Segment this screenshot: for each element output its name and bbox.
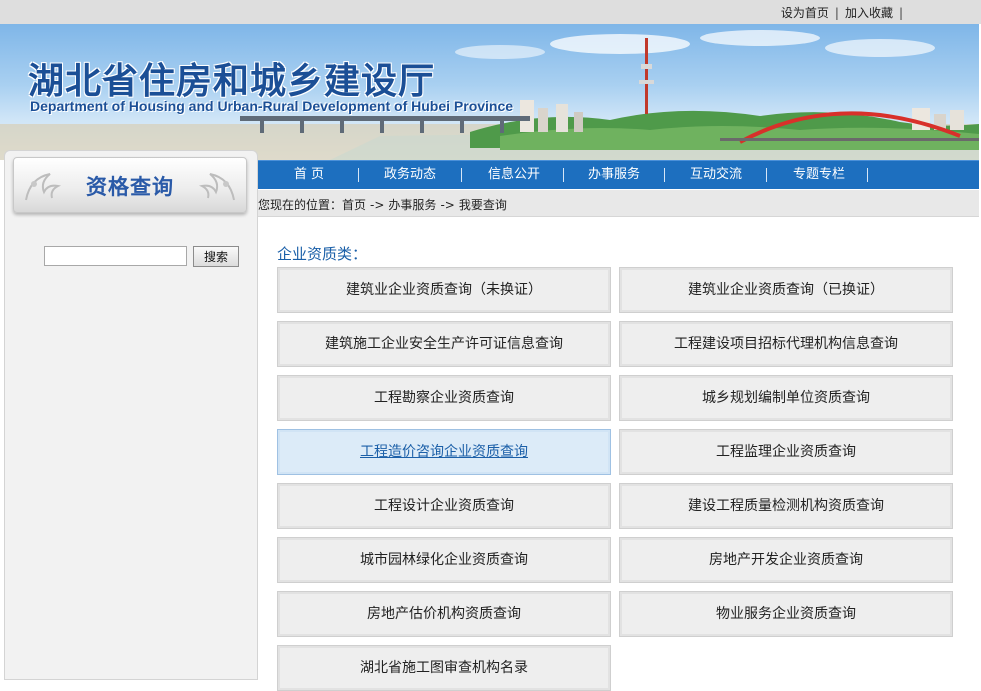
left-sidebar: 资格查询 搜索 — [4, 150, 258, 680]
sidebar-heading: 资格查询 — [86, 174, 174, 199]
nav-separator — [867, 168, 868, 182]
query-button-drawing-review[interactable]: 湖北省施工图审查机构名录 — [277, 645, 611, 691]
add-favorite-link[interactable]: 加入收藏 — [845, 6, 893, 20]
nav-separator — [664, 168, 665, 182]
nav-item-home[interactable]: 首 页 — [272, 161, 346, 190]
query-button-real-estate-dev[interactable]: 房地产开发企业资质查询 — [619, 537, 953, 583]
query-button-safety-permit[interactable]: 建筑施工企业安全生产许可证信息查询 — [277, 321, 611, 367]
breadcrumb-arrow: -> — [440, 198, 455, 212]
section-title: 企业资质类： — [277, 245, 368, 263]
breadcrumb-current: 我要查询 — [458, 198, 507, 212]
top-utility-bar: 设为首页 | 加入收藏 | — [0, 0, 981, 24]
breadcrumb-services[interactable]: 办事服务 — [388, 198, 436, 212]
query-button-appraisal[interactable]: 房地产估价机构资质查询 — [277, 591, 611, 637]
top-link-separator: | — [898, 6, 903, 20]
set-home-link[interactable]: 设为首页 — [781, 6, 829, 20]
query-button-construction-unrenewed[interactable]: 建筑业企业资质查询（未换证） — [277, 267, 611, 313]
top-link-separator: | — [834, 6, 839, 20]
query-button-supervision[interactable]: 工程监理企业资质查询 — [619, 429, 953, 475]
search-input[interactable] — [44, 246, 187, 266]
breadcrumb-bar: 您现在的位置：首页 -> 办事服务 -> 我要查询 — [258, 190, 979, 217]
breadcrumb-arrow: -> — [370, 198, 385, 212]
query-button-property-service[interactable]: 物业服务企业资质查询 — [619, 591, 953, 637]
nav-separator — [358, 168, 359, 182]
nav-separator — [766, 168, 767, 182]
query-button-cost-consulting[interactable]: 工程造价咨询企业资质查询 — [277, 429, 611, 475]
header-banner: 湖北省住房和城乡建设厅 Department of Housing and Ur… — [0, 24, 979, 160]
query-button-urban-planning[interactable]: 城乡规划编制单位资质查询 — [619, 375, 953, 421]
nav-item-interaction[interactable]: 互动交流 — [676, 161, 756, 190]
site-title: 湖北省住房和城乡建设厅 — [28, 60, 436, 102]
query-button-quality-testing[interactable]: 建设工程质量检测机构资质查询 — [619, 483, 953, 529]
site-subtitle: Department of Housing and Urban-Rural De… — [30, 98, 514, 114]
nav-separator — [563, 168, 564, 182]
breadcrumb-home[interactable]: 首页 — [342, 198, 366, 212]
query-button-bidding-agency[interactable]: 工程建设项目招标代理机构信息查询 — [619, 321, 953, 367]
search-button[interactable]: 搜索 — [193, 246, 239, 267]
top-links: 设为首页 | 加入收藏 | — [781, 4, 909, 21]
nav-item-topics[interactable]: 专题专栏 — [778, 161, 860, 190]
main-nav: 首 页 政务动态 信息公开 办事服务 互动交流 专题专栏 — [258, 160, 979, 189]
nav-item-services[interactable]: 办事服务 — [574, 161, 654, 190]
breadcrumb: 您现在的位置：首页 -> 办事服务 -> 我要查询 — [258, 196, 507, 213]
query-button-survey[interactable]: 工程勘察企业资质查询 — [277, 375, 611, 421]
nav-separator — [461, 168, 462, 182]
nav-item-news[interactable]: 政务动态 — [370, 161, 450, 190]
sidebar-heading-box: 资格查询 — [13, 157, 247, 213]
breadcrumb-prefix: 您现在的位置： — [258, 198, 343, 212]
query-button-landscaping[interactable]: 城市园林绿化企业资质查询 — [277, 537, 611, 583]
nav-item-info-disclosure[interactable]: 信息公开 — [474, 161, 554, 190]
query-button-construction-renewed[interactable]: 建筑业企业资质查询（已换证） — [619, 267, 953, 313]
query-button-design[interactable]: 工程设计企业资质查询 — [277, 483, 611, 529]
